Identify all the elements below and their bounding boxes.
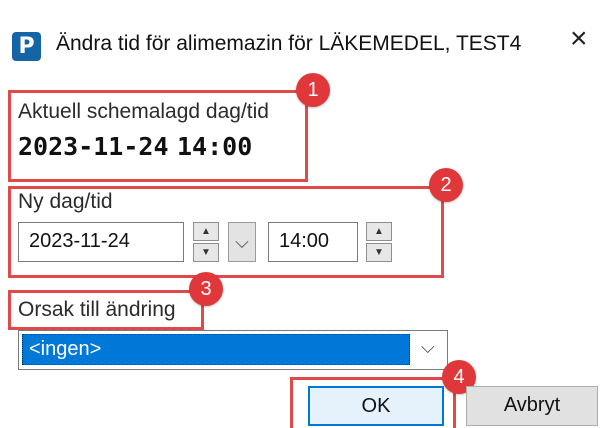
cancel-button[interactable]: Avbryt xyxy=(466,386,598,426)
time-spinner[interactable]: ▲ ▼ xyxy=(366,222,392,262)
ok-button[interactable]: OK xyxy=(308,386,444,426)
current-date: 2023-11-24 xyxy=(18,132,169,161)
spin-up-icon[interactable]: ▲ xyxy=(366,222,392,241)
date-spinner[interactable]: ▲ ▼ xyxy=(193,222,219,262)
new-date-field[interactable]: 2023-11-24 xyxy=(18,222,184,262)
calendar-dropdown-button[interactable]: ⌵ xyxy=(228,222,256,262)
spin-down-icon[interactable]: ▼ xyxy=(193,243,219,262)
reason-label: Orsak till ändring xyxy=(18,298,176,321)
window-title: Ändra tid för alimemazin för LÄKEMEDEL, … xyxy=(56,32,522,55)
new-time-label: Ny dag/tid xyxy=(18,190,113,213)
current-time: 14:00 xyxy=(177,132,253,161)
annotation-badge-1: 1 xyxy=(296,73,330,107)
current-schedule-label: Aktuell schemalagd dag/tid xyxy=(18,100,269,123)
chevron-down-icon[interactable]: ⌵ xyxy=(421,337,435,358)
spin-up-icon[interactable]: ▲ xyxy=(193,222,219,241)
reason-selected-value[interactable]: <ingen> xyxy=(22,334,410,365)
close-icon[interactable]: × xyxy=(570,24,588,54)
annotation-badge-3: 3 xyxy=(189,272,223,306)
chevron-down-icon: ⌵ xyxy=(235,232,249,252)
title-bar: P Ändra tid för alimemazin för LÄKEMEDEL… xyxy=(0,0,606,82)
new-time-field[interactable]: 14:00 xyxy=(268,222,358,262)
spin-down-icon[interactable]: ▼ xyxy=(366,243,392,262)
app-icon: P xyxy=(12,32,41,61)
reason-dropdown[interactable]: <ingen> ⌵ xyxy=(18,330,448,370)
annotation-badge-2: 2 xyxy=(429,168,463,202)
